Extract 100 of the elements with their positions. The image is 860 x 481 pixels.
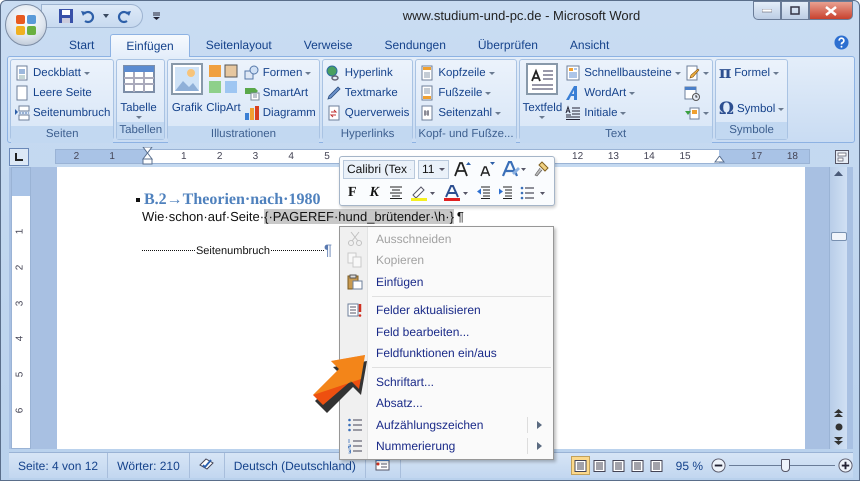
print-layout-icon — [574, 460, 587, 472]
ribbon-tab[interactable]: Sendungen — [368, 33, 462, 56]
menu-item[interactable]: Felder aktualisieren — [376, 303, 481, 318]
ruler-number: 1 — [109, 151, 115, 162]
menu-item[interactable]: Feldfunktionen ein/aus — [376, 346, 497, 360]
office-logo-icon — [13, 12, 39, 38]
ribbon-button[interactable]: Seitenzahl — [418, 103, 502, 123]
ribbon-button[interactable]: Textmarke — [324, 83, 410, 103]
ribbon-tab[interactable]: Verweise — [288, 33, 368, 56]
scissors-icon — [347, 230, 363, 247]
caret-icon — [305, 72, 312, 74]
menu-item[interactable]: Schriftart... — [376, 374, 434, 389]
bold-button[interactable]: F — [343, 184, 362, 201]
ribbon-button[interactable]: Kopfzeile — [418, 63, 502, 83]
ribbon-button[interactable]: Formen — [242, 63, 317, 83]
styles-icon[interactable] — [500, 161, 528, 178]
menu-item[interactable]: Einfügen — [376, 274, 424, 289]
close-icon — [825, 6, 837, 16]
vertical-scrollbar[interactable] — [829, 167, 847, 449]
ribbon-button[interactable]: Leere Seite — [13, 83, 112, 103]
office-button[interactable] — [5, 4, 47, 46]
ribbon-tab[interactable]: Überprüfen — [462, 33, 554, 56]
caret-icon — [439, 168, 445, 171]
menu-item[interactable]: Absatz... — [376, 396, 423, 410]
ruler-number: 17 — [751, 151, 762, 162]
ruler-number: 18 — [786, 151, 798, 162]
ribbon-button[interactable]: Querverweis — [324, 103, 410, 123]
ribbon-button[interactable]: Fußzeile — [418, 83, 502, 103]
close-button[interactable] — [809, 1, 853, 20]
ribbon-tab[interactable]: Start — [53, 33, 110, 56]
page-count[interactable]: Seite: 4 von 12 — [9, 453, 108, 478]
ruler-number: 12 — [572, 151, 584, 162]
customize-icon[interactable] — [153, 12, 160, 20]
scroll-thumb[interactable] — [830, 232, 846, 241]
ribbon-tab[interactable]: Einfügen — [110, 34, 190, 57]
caret-icon — [539, 116, 546, 119]
ribbon-button[interactable]: Grafik — [170, 61, 204, 116]
zoom-level[interactable]: 95 % — [676, 458, 703, 472]
ribbon-button[interactable]: SmartArt — [242, 83, 317, 103]
caret-icon — [620, 112, 626, 114]
font-field[interactable]: Calibri (Tex — [343, 160, 415, 179]
ribbon-button[interactable]: Initiale — [564, 103, 682, 123]
ribbon-button[interactable]: ClipArt — [205, 61, 242, 116]
ribbon-tab[interactable]: Ansicht — [554, 33, 626, 56]
minimize-button[interactable] — [753, 1, 781, 20]
next-page-icon[interactable] — [834, 437, 843, 445]
ruler-number: 3 — [252, 151, 258, 162]
update-fields-icon — [347, 302, 363, 318]
bullet-icon — [136, 198, 140, 202]
menu-item[interactable]: Aufzählungszeichen — [376, 418, 484, 432]
previous-page-icon[interactable] — [834, 409, 843, 417]
menu-item[interactable]: Nummerierung — [376, 439, 456, 454]
draft-icon — [650, 460, 663, 472]
zoom-in-button[interactable] — [838, 458, 853, 473]
ruler-number: 4 — [288, 151, 294, 162]
field-code[interactable]: {·PAGEREF·hund_brütender·\h·} — [264, 209, 454, 224]
bullet-list-icon[interactable] — [518, 186, 548, 200]
zoom-out-button[interactable] — [711, 458, 726, 473]
zoom-thumb[interactable] — [781, 459, 790, 472]
tab-selector[interactable] — [9, 148, 29, 166]
help-icon[interactable] — [834, 35, 849, 50]
ribbon-button[interactable]: Hyperlink — [324, 63, 410, 83]
grow-font-icon[interactable] — [452, 161, 474, 178]
italic-button[interactable]: K — [364, 184, 384, 201]
blank-page-icon — [14, 85, 30, 101]
maximize-button[interactable] — [781, 1, 809, 20]
calendar-icon — [684, 85, 700, 101]
group-label: Tabellen — [117, 122, 164, 139]
ruler-number: 5 — [324, 151, 330, 162]
web-layout-icon — [612, 460, 625, 472]
scroll-up-icon[interactable] — [834, 171, 843, 176]
ribbon-button[interactable]: Diagramm — [242, 103, 317, 123]
browse-object-icon[interactable] — [834, 423, 842, 431]
font-size-field[interactable]: 11 — [418, 160, 449, 179]
ribbon-button[interactable]: Seitenumbruch — [13, 103, 112, 123]
indent-marker[interactable] — [142, 147, 153, 165]
caret-icon — [136, 116, 142, 119]
ribbon-button[interactable]: Deckblatt — [13, 63, 112, 83]
bar-chart-icon — [244, 105, 260, 121]
ribbon-tab[interactable]: Seitenlayout — [190, 33, 288, 56]
menu-item[interactable]: Feld bearbeiten... — [376, 324, 470, 339]
ruler-number: 2 — [216, 151, 222, 162]
ruler-number: 5 — [14, 372, 26, 378]
ribbon-button[interactable]: Schnellbausteine — [564, 63, 682, 83]
page-number-icon — [419, 105, 436, 121]
submenu-arrow-icon — [537, 442, 542, 450]
word-count[interactable]: Wörter: 210 — [108, 453, 190, 478]
ribbon-button[interactable]: Tabelle — [119, 61, 158, 121]
text-box-icon — [526, 63, 558, 95]
print-layout-button[interactable] — [570, 456, 590, 475]
header-icon — [419, 65, 436, 81]
caret-icon — [485, 92, 492, 94]
caret-icon — [488, 72, 495, 74]
ribbon-button[interactable]: Textfeld — [522, 61, 564, 121]
ribbon-button[interactable]: WordArt — [564, 83, 682, 103]
caret-icon — [674, 72, 681, 74]
ruler-toggle-icon[interactable] — [835, 150, 849, 164]
indent-marker[interactable] — [714, 156, 725, 163]
save-icon[interactable] — [58, 8, 74, 24]
ruler-number: 14 — [644, 151, 655, 162]
